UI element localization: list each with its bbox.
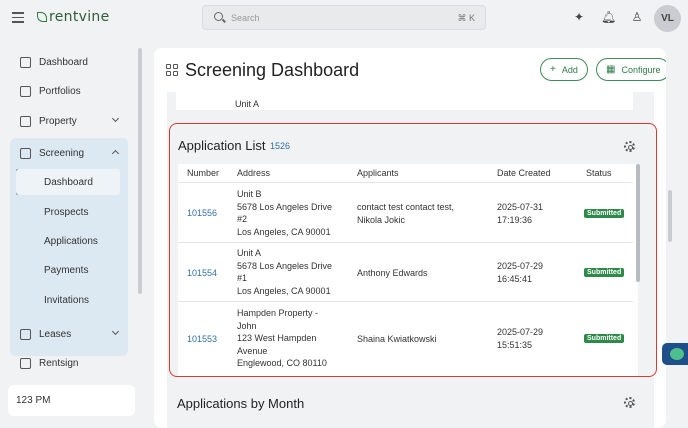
search-shortcut: ⌘ K <box>457 13 475 23</box>
clipboard-icon <box>20 328 31 340</box>
grid-icon: ▦ <box>606 64 616 75</box>
sidebar: Dashboard Portfolios Property Screening … <box>0 38 146 428</box>
search-placeholder: Search <box>231 13 260 23</box>
column-header[interactable]: Status <box>586 168 612 178</box>
application-count[interactable]: 1526 <box>270 141 290 151</box>
brand-logo[interactable]: rentvine <box>37 9 110 25</box>
previous-widget: Unit A <box>176 92 633 110</box>
date-cell: 2025-07-29 15:51:35 <box>497 327 544 350</box>
sidebar-item-leases[interactable]: Leases <box>10 321 128 347</box>
pen-icon <box>20 357 31 369</box>
table-row[interactable]: 101556 Unit B 5678 Los Angeles Drive #2 … <box>178 182 633 242</box>
column-header[interactable]: Address <box>237 168 270 178</box>
leaf-icon <box>37 12 47 22</box>
sidebar-subitem-prospects[interactable]: Prospects <box>10 199 128 225</box>
gear-icon[interactable] <box>624 141 635 152</box>
table-scrollbar[interactable] <box>636 164 640 282</box>
dashboard-icon <box>166 64 179 77</box>
sidebar-subitem-payments[interactable]: Payments <box>10 257 128 283</box>
widget-title: Applications by Month <box>177 396 305 411</box>
application-list-widget: Application List 1526 Number Address App… <box>169 123 657 377</box>
chevron-down-icon <box>111 327 120 336</box>
sidebar-subitem-applications[interactable]: Applications <box>10 228 128 254</box>
gear-icon[interactable] <box>624 397 635 408</box>
footer-time: 123 PM <box>8 385 135 416</box>
chevron-down-icon <box>111 114 120 123</box>
table-row[interactable]: 101553 Hampden Property - John 123 West … <box>178 301 633 376</box>
folder-icon <box>20 85 31 97</box>
avatar[interactable]: VL <box>654 5 681 32</box>
sidebar-item-dashboard[interactable]: Dashboard <box>10 49 128 75</box>
status-badge: Submitted <box>584 334 625 343</box>
date-cell: 2025-07-31 17:19:36 <box>497 202 544 225</box>
date-cell: 2025-07-29 16:45:41 <box>497 261 544 284</box>
dashboard-icon <box>20 56 31 68</box>
user-network-icon[interactable]: ♙ <box>630 10 644 24</box>
main-scrollbar[interactable] <box>668 190 672 242</box>
sparkle-icon[interactable]: ✦ <box>572 10 586 24</box>
sidebar-subitem-invitations[interactable]: Invitations <box>10 287 128 313</box>
top-bar: rentvine Search ⌘ K ✦ 🔔︎ ♙ VL <box>0 0 688 38</box>
column-header[interactable]: Number <box>187 168 219 178</box>
screening-icon <box>20 147 31 159</box>
applications-by-month-widget: Applications by Month <box>167 388 654 428</box>
sidebar-item-screening[interactable]: Screening <box>10 140 128 166</box>
widget-title: Application List <box>178 138 266 153</box>
configure-button[interactable]: ▦ Configure <box>596 58 666 81</box>
column-header[interactable]: Date Created <box>497 168 551 178</box>
application-number-link[interactable]: 101554 <box>187 267 217 280</box>
sidebar-scrollbar[interactable] <box>138 48 142 294</box>
sidebar-item-rentsign[interactable]: Rentsign <box>10 350 128 376</box>
sidebar-item-property[interactable]: Property <box>10 108 128 134</box>
applications-table: Number Address Applicants Date Created S… <box>178 164 640 376</box>
applicants-cell: contact test contact test, Nikola Jokic <box>357 202 455 225</box>
menu-icon[interactable] <box>12 12 24 23</box>
bell-icon[interactable]: 🔔︎ <box>601 10 616 24</box>
search-bar[interactable]: Search ⌘ K <box>202 5 486 30</box>
table-row[interactable]: 101554 Unit A 5678 Los Angeles Drive #1 … <box>178 242 633 301</box>
search-icon <box>214 12 223 21</box>
address-cell: Hampden Property - John 123 West Hampden… <box>237 308 327 369</box>
plus-icon: + <box>550 64 556 75</box>
chat-icon <box>670 348 684 360</box>
status-badge: Submitted <box>584 209 625 218</box>
chevron-up-icon <box>111 149 120 158</box>
chat-widget[interactable] <box>662 343 688 365</box>
application-number-link[interactable]: 101556 <box>187 207 217 220</box>
applicants-cell: Shaina Kwiatkowski <box>357 334 437 344</box>
applicants-cell: Anthony Edwards <box>357 268 428 278</box>
application-number-link[interactable]: 101553 <box>187 333 217 346</box>
column-header[interactable]: Applicants <box>357 168 399 178</box>
add-button[interactable]: + Add <box>540 58 588 81</box>
sidebar-subitem-dashboard[interactable]: Dashboard <box>16 169 120 195</box>
address-cell: Unit A 5678 Los Angeles Drive #1 Los Ang… <box>237 248 333 296</box>
house-icon <box>20 115 31 127</box>
page-title: Screening Dashboard <box>185 60 360 80</box>
status-badge: Submitted <box>584 268 625 277</box>
address-cell: Unit B 5678 Los Angeles Drive #2 Los Ang… <box>237 189 333 237</box>
sidebar-item-portfolios[interactable]: Portfolios <box>10 78 128 104</box>
